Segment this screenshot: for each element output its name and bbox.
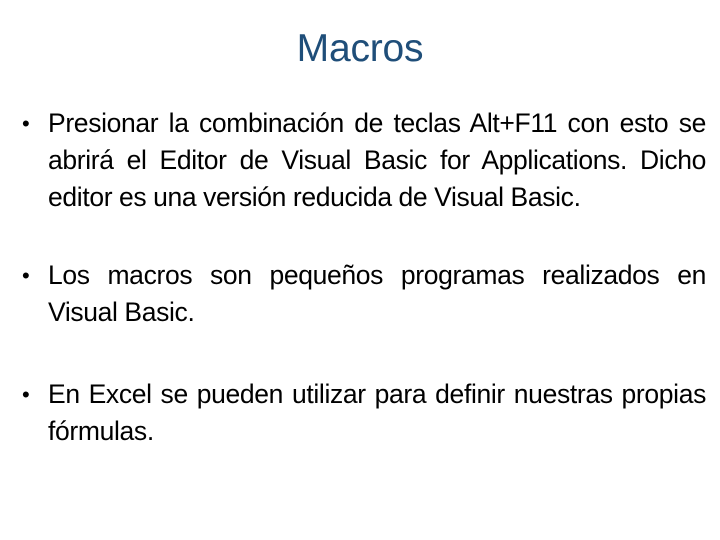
bullet-point-icon: •: [22, 263, 30, 288]
list-item-text: En Excel se pueden utilizar para definir…: [48, 379, 706, 446]
bullet-point-icon: •: [22, 382, 30, 407]
slide-body: • Presionar la combinación de teclas Alt…: [14, 105, 706, 450]
slide-canvas: Macros • Presionar la combinación de tec…: [0, 0, 720, 540]
list-item: • Los macros son pequeños programas real…: [14, 257, 706, 331]
list-item-text: Presionar la combinación de teclas Alt+F…: [48, 108, 706, 212]
page-title: Macros: [296, 27, 424, 70]
list-item: • Presionar la combinación de teclas Alt…: [14, 105, 706, 216]
list-item-text: Los macros son pequeños programas realiz…: [48, 260, 706, 327]
bullet-point-icon: •: [22, 111, 30, 136]
list-item: • En Excel se pueden utilizar para defin…: [14, 376, 706, 450]
